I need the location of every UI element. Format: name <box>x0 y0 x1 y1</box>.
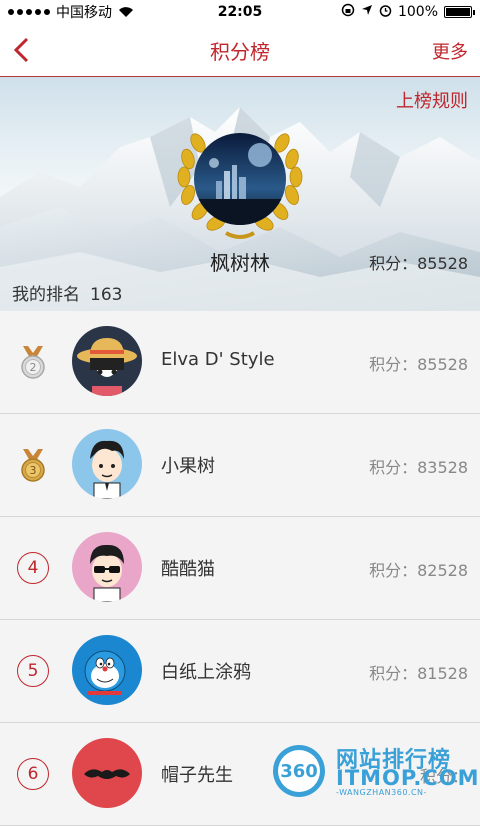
more-button[interactable]: 更多 <box>432 38 468 64</box>
lock-rotation-icon <box>341 3 355 21</box>
user-name: 帽子先生 <box>161 765 233 786</box>
ranking-row[interactable]: 3 小果树 积分：83528 <box>0 414 480 517</box>
user-score: 积分：82528 <box>369 561 468 580</box>
my-rank: 我的排名 163 <box>12 280 122 305</box>
user-score: 积分：85528 <box>369 355 468 374</box>
wifi-icon <box>118 6 134 18</box>
page-title: 积分榜 <box>210 40 270 64</box>
city-night-avatar-image <box>194 133 286 225</box>
sunglasses-boy-avatar <box>72 532 142 602</box>
user-score: 积分： <box>419 767 468 786</box>
user-score: 积分：83528 <box>369 458 468 477</box>
ranking-row[interactable]: 2 Elva D' Style 积分：85528 <box>0 311 480 414</box>
signal-icon <box>8 9 50 15</box>
my-ranking-header: 上榜规则 枫树林 积分：85528 我的排名 163 <box>0 77 480 312</box>
status-bar: 中国移动 22:05 100% <box>0 0 480 24</box>
rank-number: 4 <box>17 552 49 584</box>
laurel-wreath-avatar <box>168 123 312 243</box>
ranking-row[interactable]: 5 白纸上涂鸦 积分：81528 <box>0 620 480 723</box>
ranking-row[interactable]: 4 酷酷猫 积分：82528 <box>0 517 480 620</box>
doraemon-avatar <box>72 635 142 705</box>
silver-medal-icon: 2 <box>16 344 50 380</box>
user-name: 白纸上涂鸦 <box>161 662 251 683</box>
rank-number: 5 <box>17 655 49 687</box>
carrier-label: 中国移动 <box>56 5 112 21</box>
battery-percent: 100% <box>397 4 438 20</box>
user-name: 小果树 <box>161 456 215 477</box>
my-rank-label: 我的排名 <box>12 285 80 305</box>
location-icon <box>361 4 373 20</box>
leaderboard-rules-link[interactable]: 上榜规则 <box>396 87 468 113</box>
avatar <box>194 133 286 225</box>
avatar <box>72 326 142 396</box>
avatar <box>72 429 142 499</box>
avatar <box>72 532 142 602</box>
ranking-row[interactable]: 6 帽子先生 积分： <box>0 723 480 826</box>
user-name: 酷酷猫 <box>161 559 215 580</box>
avatar <box>72 738 142 808</box>
rank-number: 6 <box>17 758 49 790</box>
bronze-medal-icon: 3 <box>16 447 50 483</box>
nav-bar: 积分榜 更多 <box>0 24 480 77</box>
rank-number: 3 <box>30 464 37 477</box>
cartoon-boy-avatar <box>72 429 142 499</box>
my-score: 积分：85528 <box>369 254 468 273</box>
my-rank-value: 163 <box>90 285 123 305</box>
avatar <box>72 635 142 705</box>
alarm-icon <box>379 4 392 21</box>
user-score: 积分：81528 <box>369 664 468 683</box>
rank-number: 2 <box>30 361 37 374</box>
battery-icon <box>444 6 475 18</box>
user-name: Elva D' Style <box>161 349 275 370</box>
ranking-list: 2 Elva D' Style 积分：85528 3 小果树 积分：83528 … <box>0 311 480 826</box>
straw-hat-girl-avatar <box>72 326 142 396</box>
mustache-avatar <box>72 738 142 808</box>
